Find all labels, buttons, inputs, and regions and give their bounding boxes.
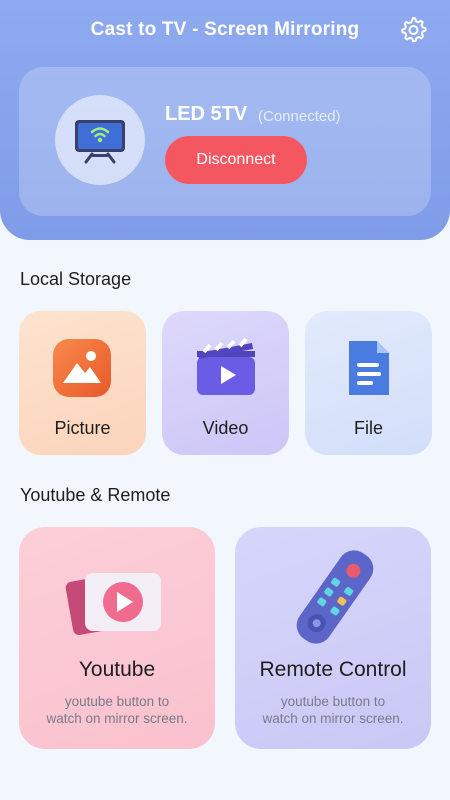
picture-icon [53, 339, 111, 397]
tile-label-video: Video [202, 418, 249, 438]
section-title-local-storage: Local Storage [20, 269, 132, 289]
youtube-play-icon [65, 572, 161, 636]
tv-icon-badge [55, 95, 145, 185]
remote-control-card[interactable]: Remote Control youtube button to watch o… [235, 527, 431, 749]
tile-file[interactable]: File [305, 311, 432, 455]
remote-card-description: youtube button to watch on mirror screen… [262, 694, 404, 726]
disconnect-button[interactable]: Disconnect [165, 136, 307, 184]
youtube-card[interactable]: Youtube youtube button to watch on mirro… [19, 527, 215, 749]
tile-label-picture: Picture [54, 418, 111, 438]
youtube-card-title: Youtube [78, 658, 156, 681]
file-icon [349, 341, 389, 395]
video-clapper-icon [197, 337, 255, 395]
remote-card-title: Remote Control [259, 658, 407, 681]
connected-device-card: LED 5TV (Connected) Disconnect [19, 67, 431, 216]
tile-video[interactable]: Video [162, 311, 289, 455]
gear-icon[interactable] [397, 14, 429, 46]
section-title-youtube-remote: Youtube & Remote [20, 485, 171, 505]
remote-control-icon [296, 550, 374, 644]
device-name: LED 5TV [165, 103, 248, 125]
tile-picture[interactable]: Picture [19, 311, 146, 455]
tile-label-file: File [353, 418, 383, 438]
connection-status: (Connected) [258, 108, 341, 125]
tv-wifi-icon [75, 120, 125, 164]
app-title: Cast to TV - Screen Mirroring [90, 19, 360, 40]
header-panel: Cast to TV - Screen Mirroring LED 5TV (C… [0, 0, 450, 240]
youtube-card-description: youtube button to watch on mirror screen… [46, 694, 188, 726]
